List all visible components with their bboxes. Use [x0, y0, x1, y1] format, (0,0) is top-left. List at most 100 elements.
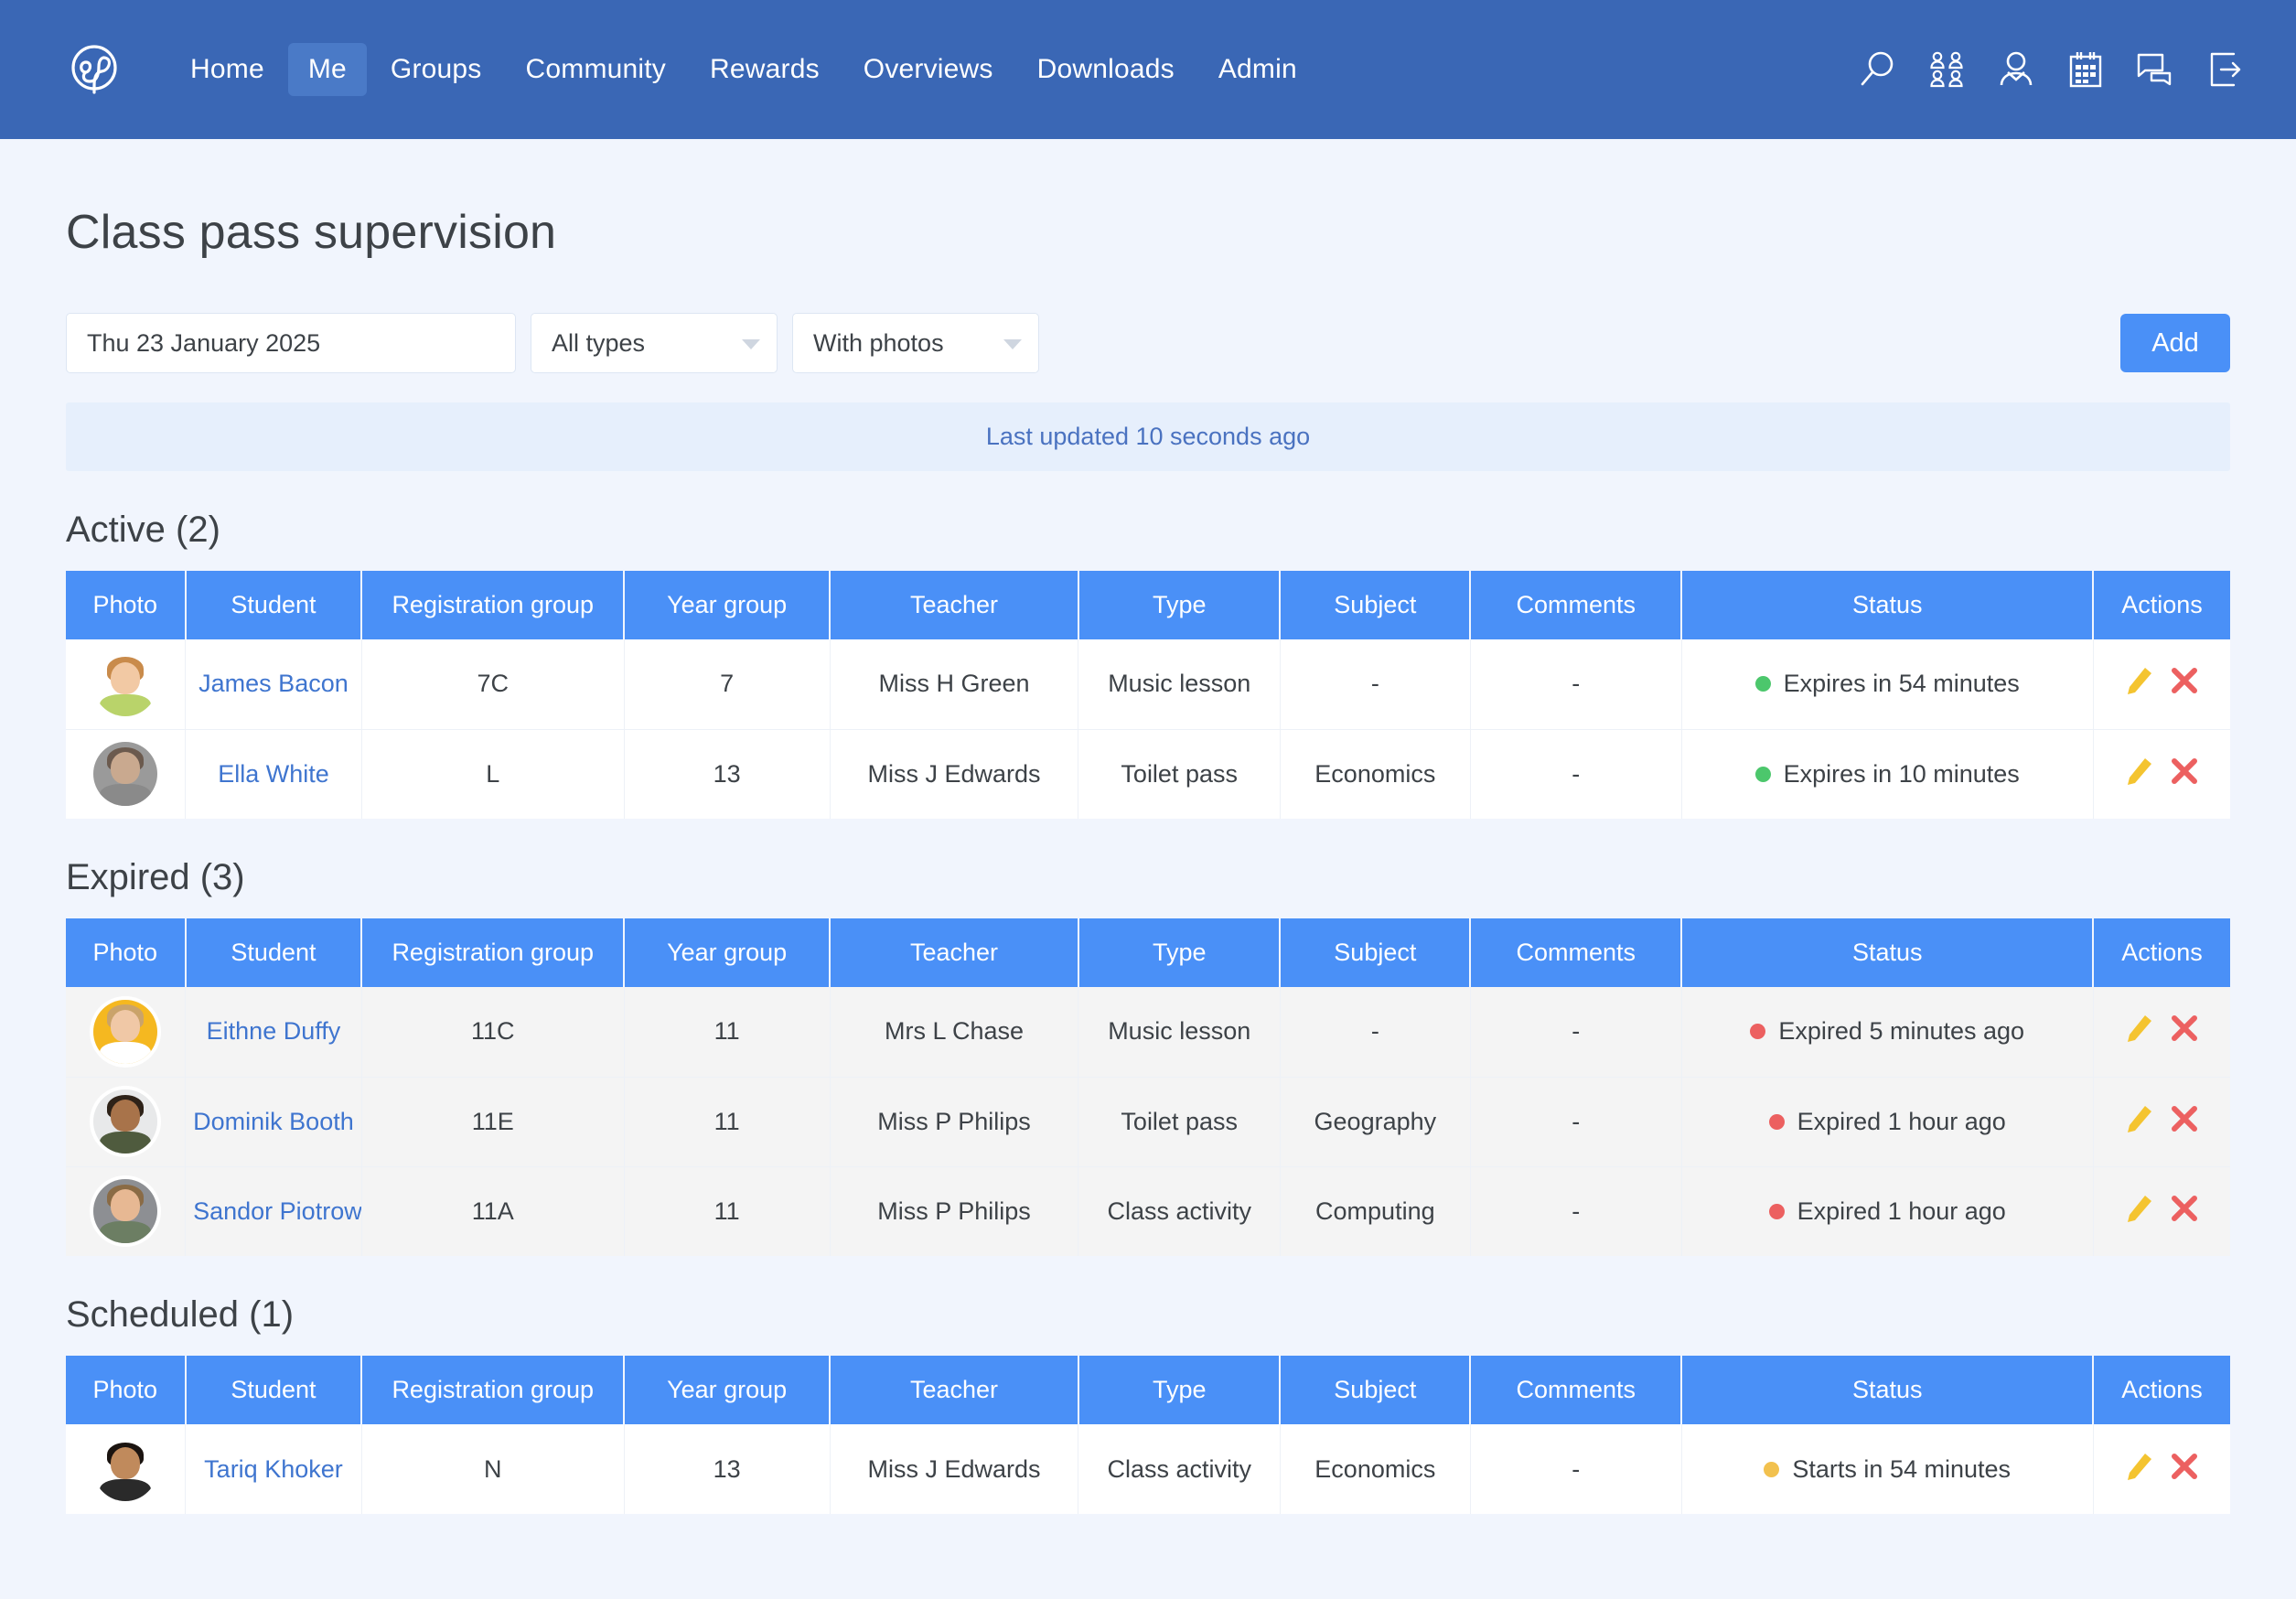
- student-name-link[interactable]: Ella White: [218, 760, 329, 788]
- delete-icon[interactable]: [2168, 1450, 2201, 1483]
- delete-icon[interactable]: [2168, 755, 2201, 788]
- photos-filter-value: With photos: [813, 328, 944, 357]
- cell-subject: Geography: [1280, 1077, 1471, 1167]
- cell-type: Toilet pass: [1078, 1077, 1281, 1167]
- table-row: Ella White L 13 Miss J Edwards Toilet pass Ec…: [66, 729, 2230, 819]
- student-name-link[interactable]: Sandor Piotrowski: [193, 1197, 360, 1225]
- column-header-status: Status: [1681, 918, 2095, 987]
- status-text: Expires in 54 minutes: [1783, 670, 2020, 698]
- column-header-registration-group: Registration group: [361, 1356, 626, 1424]
- column-header-type: Type: [1078, 1356, 1282, 1424]
- student-name-link[interactable]: Dominik Booth: [193, 1108, 354, 1135]
- cell-subject: Computing: [1280, 1166, 1471, 1256]
- cell-actions: [2093, 1424, 2230, 1514]
- nav-link-home[interactable]: Home: [170, 43, 284, 96]
- table-row: Dominik Booth 11E 11 Miss P Philips Toilet p…: [66, 1077, 2230, 1167]
- column-header-student: Student: [185, 1356, 363, 1424]
- cell-actions: [2093, 729, 2230, 819]
- status-badge: Expires in 54 minutes: [1754, 670, 2020, 698]
- search-icon[interactable]: [1857, 49, 1897, 90]
- cell-photo: [66, 729, 187, 819]
- student-photo-james-bacon: [93, 651, 158, 716]
- cell-photo: [66, 987, 187, 1078]
- delete-icon[interactable]: [2168, 1192, 2201, 1225]
- cell-teacher: Miss J Edwards: [830, 1424, 1079, 1514]
- delete-icon[interactable]: [2168, 1102, 2201, 1135]
- type-filter-value: All types: [552, 328, 646, 357]
- cell-teacher: Mrs L Chase: [830, 987, 1079, 1078]
- photos-filter-select[interactable]: With photos: [792, 313, 1039, 373]
- nav-link-community[interactable]: Community: [506, 43, 687, 96]
- nav-link-admin[interactable]: Admin: [1198, 43, 1317, 96]
- cell-registration-group: 11E: [361, 1077, 625, 1167]
- cell-status: Expires in 54 minutes: [1681, 639, 2094, 730]
- nav-link-me[interactable]: Me: [287, 43, 367, 96]
- cell-type: Class activity: [1078, 1166, 1281, 1256]
- column-header-subject: Subject: [1280, 918, 1472, 987]
- row-actions: [2122, 1102, 2201, 1135]
- logout-icon[interactable]: [2205, 49, 2245, 90]
- column-header-actions: Actions: [2093, 918, 2230, 987]
- chevron-down-icon: [1003, 339, 1022, 349]
- column-header-status: Status: [1681, 571, 2095, 639]
- nav-link-groups[interactable]: Groups: [370, 43, 502, 96]
- section-title-scheduled: Scheduled (1): [66, 1294, 295, 1335]
- nav-icon-group: [1857, 49, 2245, 90]
- cell-status: Expired 5 minutes ago: [1681, 987, 2094, 1078]
- cell-student: Dominik Booth: [185, 1077, 362, 1167]
- nav-link-rewards[interactable]: Rewards: [690, 43, 840, 96]
- date-filter-value: Thu 23 January 2025: [87, 328, 321, 357]
- student-name-link[interactable]: Tariq Khoker: [204, 1455, 343, 1483]
- student-photo-eithne-duffy: [93, 999, 158, 1064]
- group-users-icon[interactable]: [1926, 49, 1967, 90]
- row-actions: [2122, 1192, 2201, 1225]
- section-title-active: Active (2): [66, 510, 220, 550]
- cell-comments: -: [1470, 639, 1682, 730]
- column-header-status: Status: [1681, 1356, 2095, 1424]
- edit-icon[interactable]: [2122, 664, 2155, 697]
- calendar-icon[interactable]: [2065, 49, 2106, 90]
- cell-student: James Bacon: [185, 639, 362, 730]
- page-content: Class pass supervision Thu 23 January 20…: [0, 205, 2296, 1514]
- user-icon[interactable]: [1996, 49, 2036, 90]
- date-filter-input[interactable]: Thu 23 January 2025: [66, 313, 516, 373]
- chat-icon[interactable]: [2135, 49, 2175, 90]
- student-photo-dominik-booth: [93, 1089, 158, 1154]
- status-badge: Expired 1 hour ago: [1768, 1107, 2006, 1136]
- cell-type: Music lesson: [1078, 987, 1281, 1078]
- cell-photo: [66, 1424, 187, 1514]
- delete-icon[interactable]: [2168, 1012, 2201, 1045]
- edit-icon[interactable]: [2122, 1012, 2155, 1045]
- cell-year-group: 13: [624, 1424, 831, 1514]
- cell-registration-group: L: [361, 729, 625, 819]
- top-navigation-bar: Home Me Groups Community Rewards Overvie…: [0, 0, 2296, 139]
- cell-student: Eithne Duffy: [185, 987, 362, 1078]
- edit-icon[interactable]: [2122, 1450, 2155, 1483]
- student-name-link[interactable]: James Bacon: [198, 670, 349, 697]
- nav-link-downloads[interactable]: Downloads: [1017, 43, 1195, 96]
- cell-comments: -: [1470, 1166, 1682, 1256]
- nav-link-overviews[interactable]: Overviews: [843, 43, 1014, 96]
- delete-icon[interactable]: [2168, 664, 2201, 697]
- student-name-link[interactable]: Eithne Duffy: [207, 1017, 341, 1045]
- cell-teacher: Miss J Edwards: [830, 729, 1079, 819]
- status-text: Expired 1 hour ago: [1797, 1197, 2006, 1225]
- app-logo-icon[interactable]: [66, 41, 123, 98]
- status-text: Expired 1 hour ago: [1797, 1107, 2006, 1135]
- row-actions: [2122, 755, 2201, 788]
- cell-teacher: Miss P Philips: [830, 1166, 1079, 1256]
- edit-icon[interactable]: [2122, 1102, 2155, 1135]
- status-dot-icon: [1754, 766, 1771, 782]
- edit-icon[interactable]: [2122, 1192, 2155, 1225]
- type-filter-select[interactable]: All types: [531, 313, 778, 373]
- column-header-type: Type: [1078, 918, 1282, 987]
- cell-student: Sandor Piotrowski: [185, 1166, 362, 1256]
- column-header-photo: Photo: [66, 571, 187, 639]
- status-badge: Starts in 54 minutes: [1764, 1455, 2011, 1484]
- table-header-row: Photo Student Registration group Year group…: [66, 918, 2230, 987]
- status-badge: Expired 1 hour ago: [1768, 1197, 2006, 1226]
- row-actions: [2122, 1012, 2201, 1045]
- edit-icon[interactable]: [2122, 755, 2155, 788]
- status-text: Expires in 10 minutes: [1783, 759, 2020, 788]
- add-button[interactable]: Add: [2120, 314, 2230, 372]
